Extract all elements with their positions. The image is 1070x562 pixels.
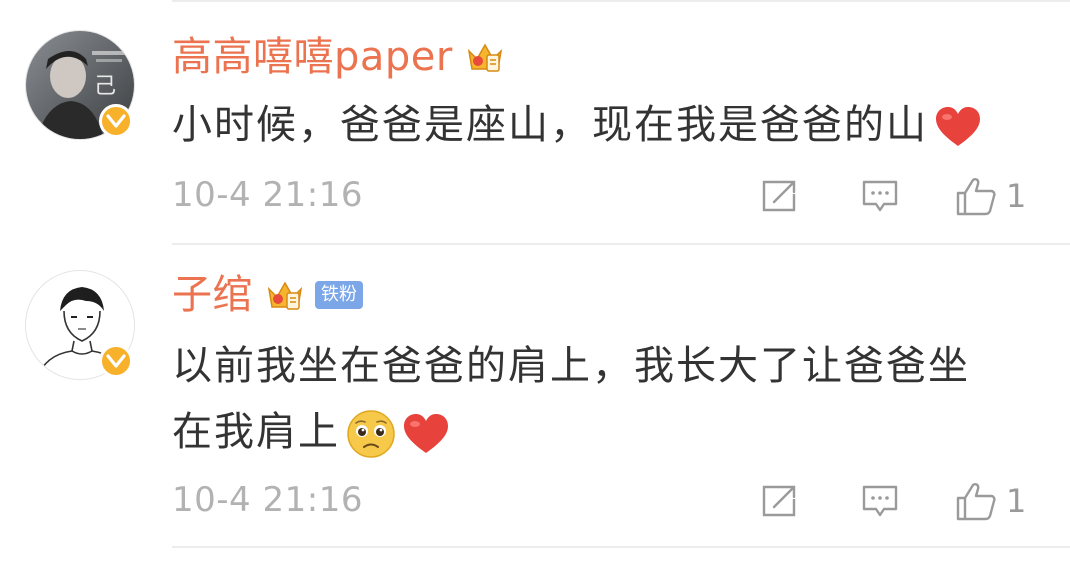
username-row: 子绾 铁粉 [172,270,363,320]
crown-icon [267,281,303,310]
comment-text-line: 在我肩上 [172,399,1030,465]
share-button[interactable] [760,174,800,218]
reply-button[interactable] [860,174,900,218]
timestamp: 10-4 21:16 [172,175,363,215]
comment-item: 子绾 铁粉 以前我坐在爸爸的肩上，我长大了让爸爸坐 在我肩上 10-4 21:1… [0,245,1070,545]
share-icon [762,180,796,212]
comment-text-body: 小时候，爸爸是座山，现在我是爸爸的山 [172,102,928,148]
comment-text-line2: 在我肩上 [172,409,340,455]
meta-row: 10-4 21:16 1 [172,475,1030,525]
share-button[interactable] [760,479,800,523]
heart-emoji [936,107,980,146]
comment-icon [862,180,898,212]
comment-item: 己 高高嘻嘻paper 小时候，爸爸是座山，现在我是爸爸的山 10-4 21:1… [0,0,1070,243]
share-icon [762,485,796,517]
like-icon [956,178,996,216]
username[interactable]: 子绾 [172,270,253,320]
fan-badge: 铁粉 [315,281,363,309]
svg-text:己: 己 [94,74,116,99]
verified-icon [99,344,133,378]
timestamp: 10-4 21:16 [172,480,363,520]
avatar[interactable]: 己 [25,30,135,140]
username-row: 高高嘻嘻paper [172,32,505,82]
like-count: 1 [1006,177,1027,215]
comment-text: 以前我坐在爸爸的肩上，我长大了让爸爸坐 在我肩上 [172,333,1030,465]
meta-row: 10-4 21:16 1 [172,170,1030,220]
like-button[interactable]: 1 [954,479,1026,523]
verified-icon [99,104,133,138]
comment-text: 小时候，爸爸是座山，现在我是爸爸的山 [172,92,1030,158]
pleading-face-emoji [347,410,395,458]
reply-button[interactable] [860,479,900,523]
heart-emoji [404,414,448,453]
like-button[interactable]: 1 [954,174,1026,218]
like-count: 1 [1006,482,1027,520]
username[interactable]: 高高嘻嘻paper [172,32,453,82]
comment-icon [862,485,898,517]
crown-icon [467,43,502,72]
comment-text-line: 以前我坐在爸爸的肩上，我长大了让爸爸坐 [172,343,970,389]
bottom-divider [172,546,1070,548]
like-icon [956,483,996,521]
avatar[interactable] [25,270,135,380]
